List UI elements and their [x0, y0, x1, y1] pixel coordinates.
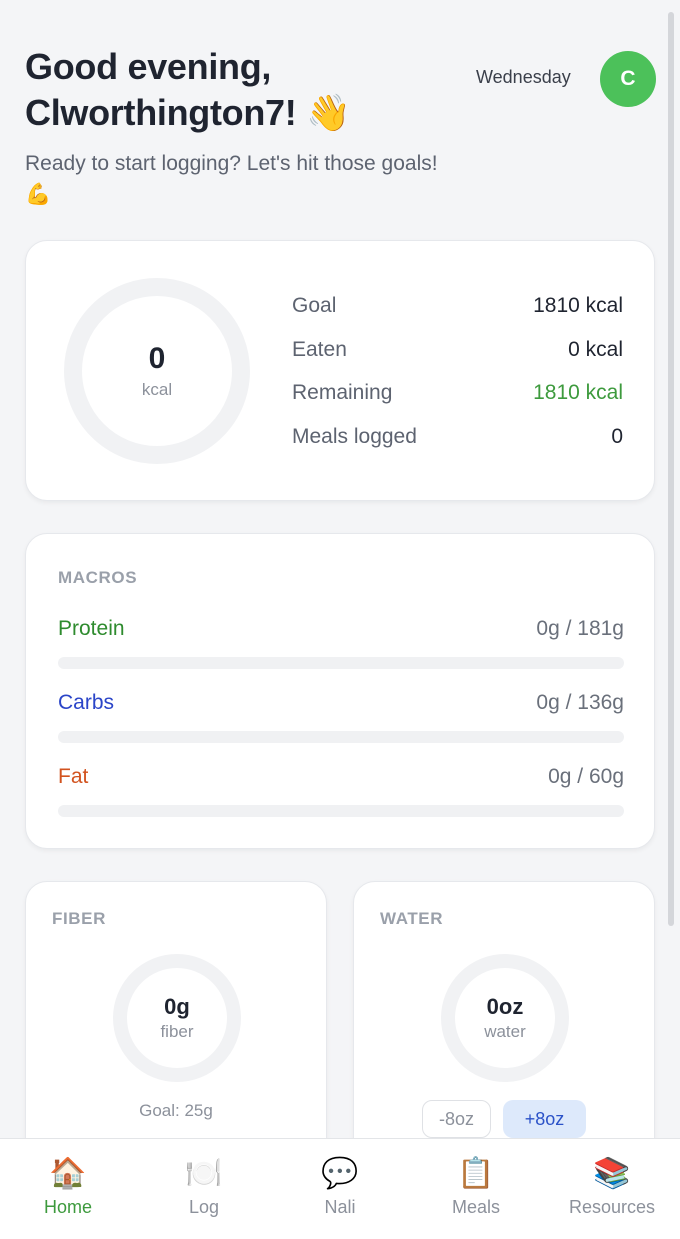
nav-item-log[interactable]: 🍽️ Log — [136, 1139, 272, 1239]
nav-label: Meals — [451, 1197, 500, 1217]
macros-card: MACROS Protein 0g / 181g Carbs 0g / 136g… — [25, 533, 655, 849]
calorie-ring-value: 0 — [148, 342, 166, 375]
books-icon: 📚 — [593, 1156, 631, 1191]
avatar[interactable]: C — [600, 51, 656, 107]
water-card: WATER 0oz water -8oz +8oz — [353, 881, 655, 1181]
fiber-value: 0g — [164, 994, 190, 1019]
stat-row-eaten: Eaten 0 kcal — [292, 335, 623, 379]
nav-label: Home — [43, 1197, 92, 1217]
macro-value: 0g / 60g — [548, 765, 624, 788]
fiber-ring: 0g fiber — [113, 954, 241, 1082]
calorie-ring: 0 kcal — [64, 278, 250, 464]
calorie-summary-card: 0 kcal Goal 1810 kcal Eaten 0 kcal Remai… — [25, 240, 655, 501]
stat-label: Meals logged — [292, 424, 417, 448]
nav-label: Nali — [324, 1197, 356, 1217]
stat-label: Remaining — [292, 381, 393, 404]
stat-label: Eaten — [292, 337, 347, 361]
macro-label: Fat — [58, 765, 89, 788]
macro-label: Carbs — [58, 691, 115, 714]
water-unit: water — [484, 1022, 526, 1041]
fiber-unit: fiber — [160, 1022, 194, 1041]
macro-value: 0g / 136g — [536, 691, 624, 714]
water-decrease-button[interactable]: -8oz — [422, 1100, 491, 1138]
nav-item-resources[interactable]: 📚 Resources — [544, 1139, 680, 1239]
calorie-ring-unit: kcal — [141, 380, 173, 399]
stat-value: 1810 kcal — [533, 294, 623, 317]
macro-label: Protein — [58, 617, 125, 640]
stat-row-meals-logged: Meals logged 0 — [292, 422, 623, 466]
macros-title: MACROS — [58, 568, 138, 587]
scrollbar[interactable] — [668, 12, 674, 926]
macro-fat: Fat 0g / 60g — [58, 762, 624, 817]
nav-item-nali[interactable]: 💬 Nali — [272, 1139, 408, 1239]
water-value: 0oz — [486, 994, 524, 1019]
water-title: WATER — [380, 909, 444, 928]
stat-row-remaining: Remaining 1810 kcal — [292, 378, 623, 422]
fiber-title: FIBER — [52, 909, 106, 928]
macro-value: 0g / 181g — [536, 617, 624, 640]
stat-value: 0 kcal — [568, 337, 623, 361]
water-buttons: -8oz +8oz — [422, 1100, 586, 1138]
greeting-subtitle: Ready to start logging? Let's hit those … — [25, 152, 438, 206]
clipboard-icon: 📋 — [457, 1156, 495, 1191]
nav-label: Resources — [568, 1197, 656, 1217]
stat-value: 0 — [611, 424, 623, 448]
stat-row-goal: Goal 1810 kcal — [292, 291, 623, 335]
day-label: Wednesday — [476, 67, 571, 87]
nav-label: Log — [188, 1197, 220, 1217]
water-ring: 0oz water — [441, 954, 569, 1082]
stat-value: 1810 kcal — [533, 381, 623, 404]
macro-carbs: Carbs 0g / 136g — [58, 688, 624, 743]
nav-item-home[interactable]: 🏠 Home — [0, 1139, 136, 1239]
chat-bubble-icon: 💬 — [321, 1156, 359, 1191]
fiber-goal: Goal: 25g — [139, 1101, 213, 1120]
home-icon: 🏠 — [49, 1156, 87, 1191]
greeting-header: Good evening, Clworthington7! 👋 Ready to… — [25, 44, 465, 210]
macro-protein: Protein 0g / 181g — [58, 614, 624, 669]
plate-icon: 🍽️ — [185, 1156, 223, 1191]
progress-bar — [58, 805, 624, 817]
nav-item-meals[interactable]: 📋 Meals — [408, 1139, 544, 1239]
calorie-stats: Goal 1810 kcal Eaten 0 kcal Remaining 18… — [292, 291, 623, 465]
bottom-nav: 🏠 Home 🍽️ Log 💬 Nali 📋 Meals 📚 Resources — [0, 1138, 680, 1239]
stat-label: Goal — [292, 294, 337, 317]
progress-bar — [58, 731, 624, 743]
greeting-title: Good evening, Clworthington7! 👋 — [25, 46, 351, 133]
water-increase-button[interactable]: +8oz — [503, 1100, 586, 1138]
progress-bar — [58, 657, 624, 669]
fiber-card: FIBER 0g fiber Goal: 25g — [25, 881, 327, 1181]
